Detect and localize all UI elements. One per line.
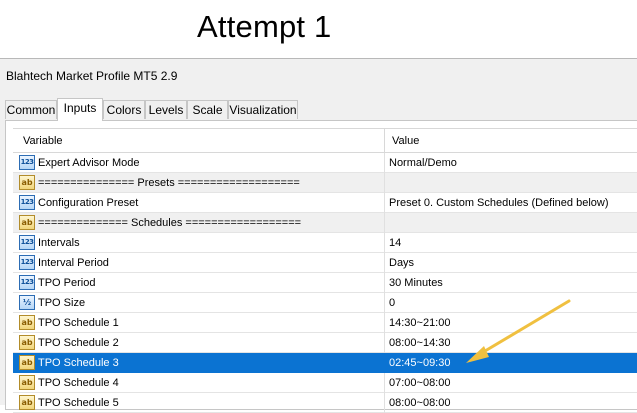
text-icon: ab	[19, 355, 35, 370]
cell-divider	[384, 253, 385, 273]
cell-divider	[384, 153, 385, 173]
variable-cell: Configuration Preset	[38, 197, 139, 209]
cell-divider	[384, 293, 385, 313]
text-icon: ab	[19, 395, 35, 410]
tab-common[interactable]: Common	[5, 100, 57, 119]
variable-cell: TPO Schedule 1	[38, 317, 119, 329]
variable-cell: TPO Schedule 2	[38, 337, 119, 349]
variable-cell: =============== Presets ================…	[38, 177, 300, 189]
text-icon: ab	[19, 215, 35, 230]
table-row[interactable]: ab TPO Schedule 1 14:30~21:00	[13, 313, 637, 333]
cell-divider	[384, 373, 385, 393]
variable-cell: TPO Schedule 4	[38, 377, 119, 389]
table-row[interactable]: 123 Configuration Preset Preset 0. Custom …	[13, 193, 637, 213]
tab-levels[interactable]: Levels	[145, 100, 187, 119]
table-row[interactable]: ab TPO Schedule 2 08:00~14:30	[13, 333, 637, 353]
value-cell[interactable]: 08:00~08:00	[389, 393, 450, 413]
table-row[interactable]: ab TPO Schedule 5 08:00~08:00	[13, 393, 637, 413]
window-title: Blahtech Market Profile MT5 2.9	[6, 69, 178, 83]
number-icon: 123	[19, 275, 35, 290]
fraction-icon: ½	[19, 295, 35, 310]
column-header-variable[interactable]: Variable	[23, 129, 63, 153]
number-icon: 123	[19, 155, 35, 170]
text-icon: ab	[19, 315, 35, 330]
value-cell[interactable]: 0	[389, 293, 395, 313]
value-cell[interactable]: Normal/Demo	[389, 153, 457, 173]
table-row[interactable]: ½ TPO Size 0	[13, 293, 637, 313]
variable-cell: TPO Size	[38, 297, 86, 309]
table-row[interactable]: 123 Interval Period Days	[13, 253, 637, 273]
tab-scale[interactable]: Scale	[187, 100, 228, 119]
variable-cell: Intervals	[38, 237, 80, 249]
variable-cell: ============== Schedules ===============…	[38, 217, 302, 229]
value-cell[interactable]: 14	[389, 233, 401, 253]
separator-row[interactable]: ab ============== Schedules =============…	[13, 213, 637, 233]
table-header: Variable Value	[13, 128, 637, 153]
column-divider[interactable]	[384, 129, 385, 153]
tab-visualization[interactable]: Visualization	[228, 100, 298, 119]
cell-divider	[384, 213, 385, 233]
separator-row[interactable]: ab =============== Presets ==============…	[13, 173, 637, 193]
number-icon: 123	[19, 255, 35, 270]
cell-divider	[384, 313, 385, 333]
column-header-value[interactable]: Value	[392, 129, 419, 153]
number-icon: 123	[19, 235, 35, 250]
cell-divider	[384, 353, 385, 373]
tab-colors[interactable]: Colors	[103, 100, 145, 119]
attempt-heading: Attempt 1	[197, 9, 332, 44]
value-cell[interactable]: 30 Minutes	[389, 273, 443, 293]
variable-cell: Expert Advisor Mode	[38, 157, 140, 169]
value-cell[interactable]: 07:00~08:00	[389, 373, 450, 393]
table-row[interactable]: ab TPO Schedule 4 07:00~08:00	[13, 373, 637, 393]
value-cell[interactable]: 02:45~09:30	[389, 353, 450, 373]
variable-cell: TPO Schedule 3	[38, 357, 119, 369]
number-icon: 123	[19, 195, 35, 210]
cell-divider	[384, 173, 385, 193]
text-icon: ab	[19, 375, 35, 390]
value-cell[interactable]: Days	[389, 253, 414, 273]
table-row[interactable]: 123 Intervals 14	[13, 233, 637, 253]
text-icon: ab	[19, 335, 35, 350]
value-cell[interactable]: 08:00~14:30	[389, 333, 450, 353]
cell-divider	[384, 193, 385, 213]
text-icon: ab	[19, 175, 35, 190]
variable-cell: Interval Period	[38, 257, 109, 269]
table-row[interactable]: ab TPO Schedule 3 02:45~09:30	[13, 353, 637, 373]
variable-cell: TPO Period	[38, 277, 96, 289]
variable-cell: TPO Schedule 5	[38, 397, 119, 409]
table-row[interactable]: 123 TPO Period 30 Minutes	[13, 273, 637, 293]
cell-divider	[384, 393, 385, 413]
tab-inputs[interactable]: Inputs	[57, 98, 103, 121]
cell-divider	[384, 273, 385, 293]
cell-divider	[384, 233, 385, 253]
value-cell[interactable]: Preset 0. Custom Schedules (Defined belo…	[389, 193, 609, 213]
table-row[interactable]: 123 Expert Advisor Mode Normal/Demo	[13, 153, 637, 173]
value-cell[interactable]: 14:30~21:00	[389, 313, 450, 333]
cell-divider	[384, 333, 385, 353]
